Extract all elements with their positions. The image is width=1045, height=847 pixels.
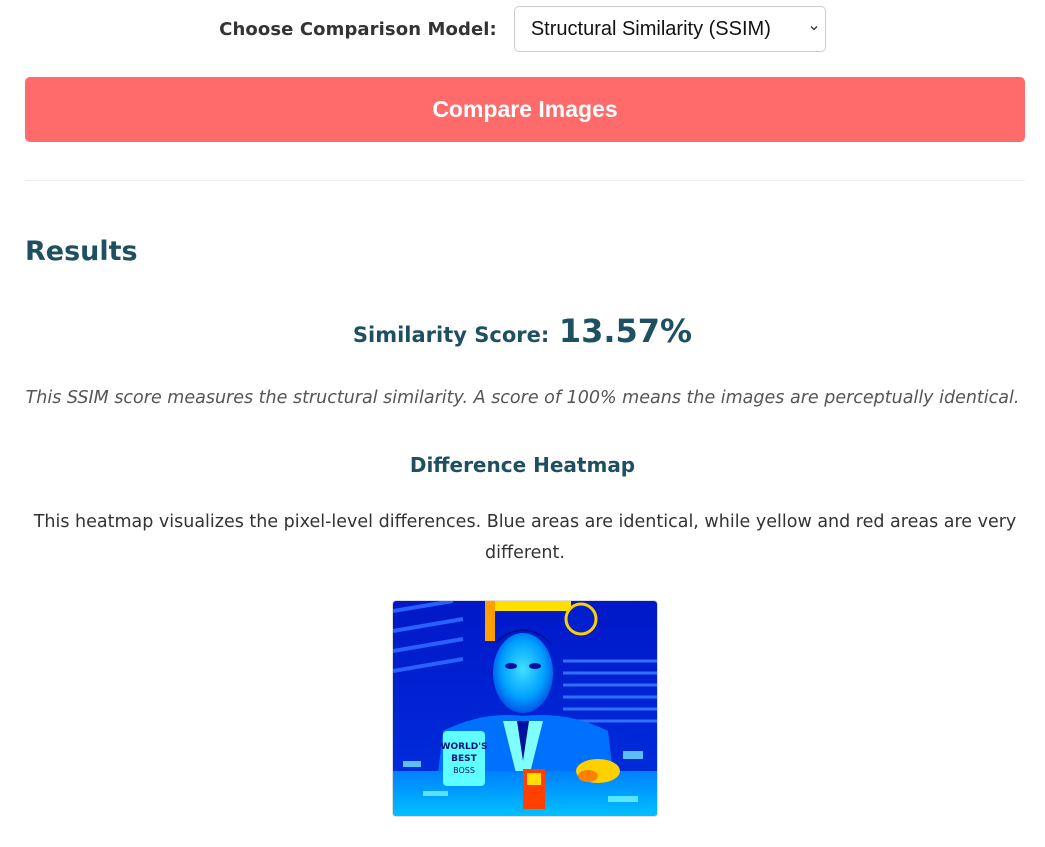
model-select-label: Choose Comparison Model: bbox=[219, 18, 497, 40]
compare-images-button[interactable]: Compare Images bbox=[25, 77, 1025, 142]
model-selector-row: Choose Comparison Model: Structural Simi… bbox=[0, 6, 1045, 52]
mug-text-boss: BOSS bbox=[453, 766, 475, 775]
results-heading: Results bbox=[25, 236, 138, 267]
heatmap-description: This heatmap visualizes the pixel-level … bbox=[33, 512, 1017, 563]
mug-text-worlds: WORLD'S bbox=[441, 742, 488, 752]
mug-text-best: BEST bbox=[451, 754, 477, 764]
similarity-score-label: Similarity Score: bbox=[352, 323, 550, 347]
section-divider bbox=[25, 180, 1025, 181]
difference-heatmap-image: WORLD'S BEST BOSS bbox=[392, 600, 658, 817]
similarity-score: Similarity Score: 13.57% bbox=[0, 312, 1045, 350]
model-select[interactable]: Structural Similarity (SSIM) bbox=[513, 6, 826, 52]
score-explanation: This SSIM score measures the structural … bbox=[25, 388, 1020, 408]
similarity-score-value: 13.57% bbox=[558, 312, 693, 350]
heatmap-heading: Difference Heatmap bbox=[409, 453, 636, 477]
heatmap-graphic: WORLD'S BEST BOSS bbox=[393, 601, 657, 816]
chevron-down-icon bbox=[810, 26, 818, 31]
model-select-value: Structural Similarity (SSIM) bbox=[530, 17, 771, 40]
comparison-page: Choose Comparison Model: Structural Simi… bbox=[0, 0, 1045, 847]
